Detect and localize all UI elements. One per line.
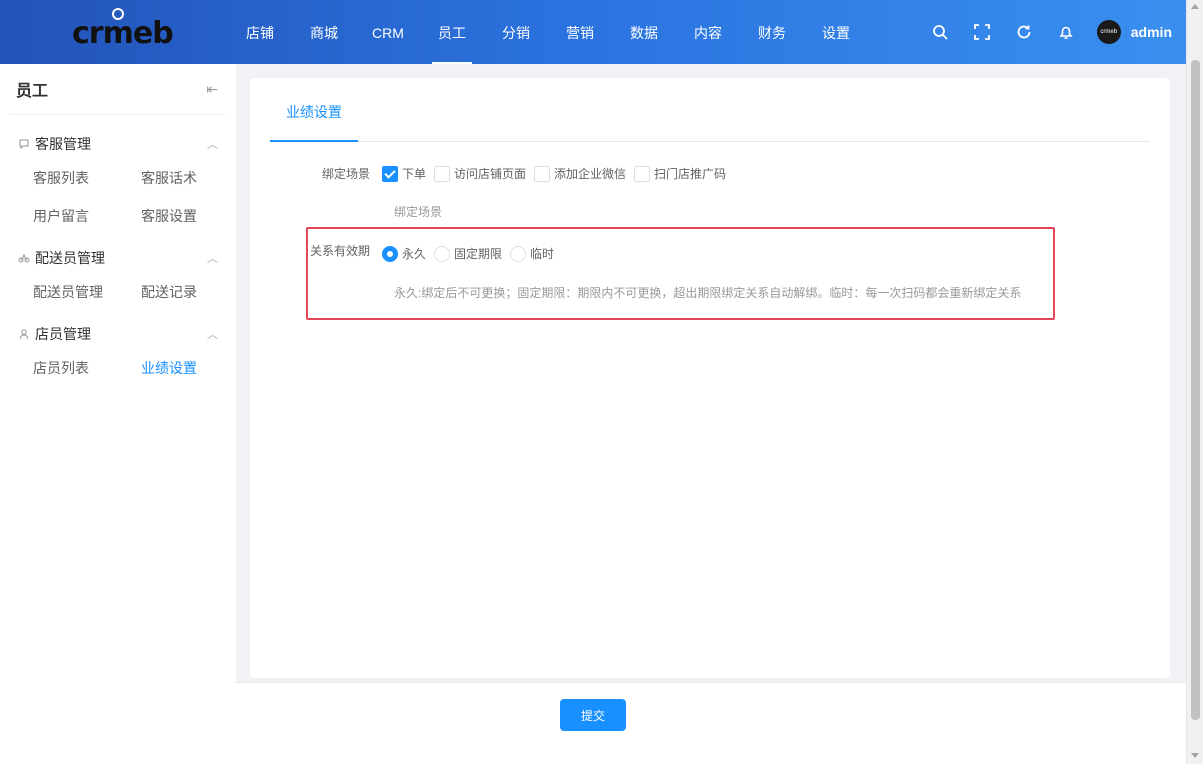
checkbox-box[interactable] (634, 165, 651, 182)
person-icon (18, 328, 30, 340)
highlight-box (306, 227, 1055, 320)
sidebar-item-cs-list[interactable]: 客服列表 (33, 159, 141, 197)
checkbox-label: 扫门店推广码 (654, 167, 727, 181)
nav-item-marketing[interactable]: 营销 (548, 0, 612, 64)
group-label: 配送员管理 (35, 250, 105, 266)
user-menu[interactable]: crmeb admin (1096, 20, 1172, 44)
scroll-thumb[interactable] (1191, 60, 1200, 720)
main-nav: 店铺 商城 CRM 员工 分销 营销 数据 内容 财务 设置 (228, 0, 868, 64)
crmeb-logo[interactable]: cr m eb (72, 7, 174, 51)
checkbox-place-order[interactable]: 下单 (382, 165, 426, 182)
nav-item-content[interactable]: 内容 (676, 0, 740, 64)
checkbox-box[interactable] (534, 165, 551, 182)
bind-scene-row: 绑定场景 下单 访问店铺页面 添加企业微信 扫门店推广码 (270, 165, 734, 182)
radio-circle[interactable] (382, 245, 398, 262)
bike-icon (18, 252, 30, 264)
sidebar: 员工 ⇤ 客服管理 ︿ 客服列表 客服话术 用户留言 客服设置 配送员管理 ︿ (0, 64, 236, 764)
username: admin (1130, 24, 1172, 40)
radio-permanent[interactable]: 永久 (382, 245, 426, 262)
group-head-delivery[interactable]: 配送员管理 ︿ (0, 243, 236, 273)
page-scrollbar[interactable] (1186, 0, 1203, 764)
submit-button[interactable]: 提交 (560, 699, 626, 731)
sidebar-item-cs-settings[interactable]: 客服设置 (141, 197, 249, 235)
radio-circle[interactable] (434, 245, 451, 262)
radio-label: 固定期限 (454, 247, 503, 261)
radio-circle[interactable] (510, 245, 527, 262)
checkbox-label: 访问店铺页面 (454, 167, 527, 181)
group-head-clerk[interactable]: 店员管理 ︿ (0, 319, 236, 349)
scroll-down-icon[interactable] (1191, 753, 1199, 758)
sidebar-group-customer-service: 客服管理 ︿ 客服列表 客服话术 用户留言 客服设置 (0, 115, 236, 235)
radio-fixed-term[interactable]: 固定期限 (434, 245, 502, 262)
nav-item-mall[interactable]: 商城 (292, 0, 356, 64)
nav-item-shop[interactable]: 店铺 (228, 0, 292, 64)
bell-icon[interactable] (1045, 0, 1087, 64)
checkbox-label: 添加企业微信 (554, 167, 627, 181)
nav-item-settings[interactable]: 设置 (804, 0, 868, 64)
sidebar-item-cs-scripts[interactable]: 客服话术 (141, 159, 249, 197)
checkbox-scan-store-code[interactable]: 扫门店推广码 (634, 165, 726, 182)
nav-item-finance[interactable]: 财务 (740, 0, 804, 64)
search-icon[interactable] (919, 0, 961, 64)
sidebar-item-delivery-staff[interactable]: 配送员管理 (33, 273, 141, 311)
chevron-up-icon: ︿ (207, 139, 218, 151)
validity-row: 关系有效期 永久 固定期限 临时 (270, 244, 562, 262)
group-label: 店员管理 (35, 326, 91, 342)
bind-scene-label: 绑定场景 (321, 167, 370, 181)
sidebar-header: 员工 ⇤ (0, 64, 236, 114)
footer-bar: 提交 (236, 682, 1186, 764)
group-head-customer-service[interactable]: 客服管理 ︿ (0, 129, 236, 159)
avatar: crmeb (1096, 20, 1121, 44)
sidebar-item-delivery-records[interactable]: 配送记录 (141, 273, 249, 311)
radio-label: 临时 (530, 247, 555, 261)
sidebar-group-delivery: 配送员管理 ︿ 配送员管理 配送记录 (0, 235, 236, 311)
checkbox-box[interactable] (434, 165, 451, 182)
group-label: 客服管理 (35, 136, 91, 152)
collapse-sidebar-icon[interactable]: ⇤ (206, 81, 218, 98)
top-navbar: cr m eb 店铺 商城 CRM 员工 分销 营销 数据 内容 财务 设置 crm… (0, 0, 1186, 64)
sidebar-title: 员工 (16, 83, 49, 100)
refresh-icon[interactable] (1003, 0, 1045, 64)
checkbox-add-wecom[interactable]: 添加企业微信 (534, 165, 626, 182)
checkbox-visit-store[interactable]: 访问店铺页面 (434, 165, 526, 182)
sidebar-item-clerk-list[interactable]: 店员列表 (33, 349, 141, 387)
chevron-up-icon: ︿ (207, 253, 218, 265)
chat-icon (18, 138, 30, 150)
nav-item-crm[interactable]: CRM (356, 0, 420, 64)
tab-bar: 业绩设置 (270, 96, 1150, 142)
fullscreen-icon[interactable] (961, 0, 1003, 64)
header-actions: crmeb admin (919, 0, 1186, 64)
nav-item-staff[interactable]: 员工 (420, 0, 484, 64)
sidebar-item-user-messages[interactable]: 用户留言 (33, 197, 141, 235)
radio-label: 永久 (402, 247, 427, 261)
nav-item-data[interactable]: 数据 (612, 0, 676, 64)
chevron-up-icon: ︿ (207, 329, 218, 341)
radio-temporary[interactable]: 临时 (510, 245, 554, 262)
scroll-up-icon[interactable] (1191, 4, 1199, 9)
validity-hint: 永久:绑定后不可更换；固定期限：期限内不可更换，超出期限绑定关系自动解绑。临时：… (394, 286, 1022, 300)
nav-item-distribution[interactable]: 分销 (484, 0, 548, 64)
sidebar-group-clerk: 店员管理 ︿ 店员列表 业绩设置 (0, 311, 236, 387)
sidebar-item-performance-settings[interactable]: 业绩设置 (141, 349, 249, 387)
validity-label: 关系有效期 (309, 244, 370, 258)
checkbox-label: 下单 (402, 167, 427, 181)
tab-performance-settings[interactable]: 业绩设置 (270, 96, 358, 142)
checkbox-box[interactable] (382, 165, 398, 182)
bind-scene-hint: 绑定场景 (394, 205, 443, 219)
